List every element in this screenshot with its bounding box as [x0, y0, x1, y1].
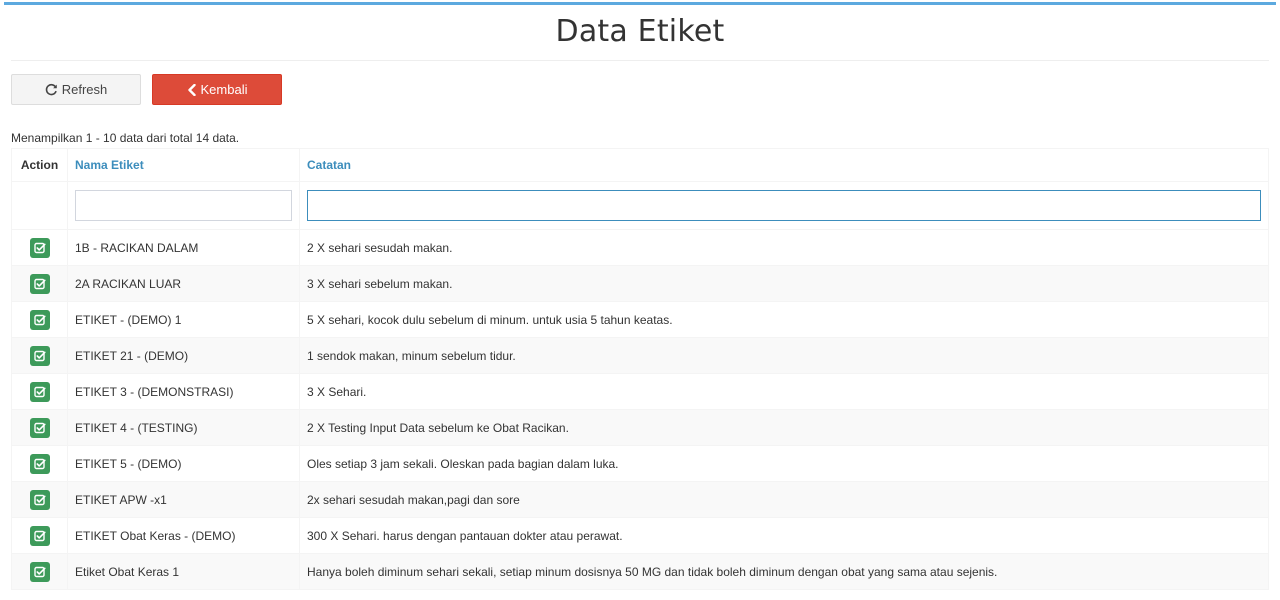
edit-button[interactable]: [29, 345, 50, 366]
etiket-table: Action Nama Etiket Catatan 1B - RACIKAN …: [11, 148, 1269, 590]
edit-check-icon: [33, 566, 46, 577]
edit-check-icon: [33, 242, 46, 253]
cell-nama-etiket: ETIKET Obat Keras - (DEMO): [67, 517, 300, 554]
page-title: Data Etiket: [555, 14, 725, 49]
cell-nama-etiket: ETIKET APW -x1: [67, 481, 300, 518]
column-header-action: Action: [11, 148, 68, 182]
edit-button[interactable]: [29, 309, 50, 330]
cell-catatan: 2 X sehari sesudah makan.: [299, 229, 1269, 266]
edit-button[interactable]: [29, 417, 50, 438]
pagination-summary: Menampilkan 1 - 10 data dari total 14 da…: [11, 131, 240, 145]
table-row: ETIKET 5 - (DEMO) Oles setiap 3 jam sekal…: [11, 445, 1269, 482]
table-row: ETIKET 3 - (DEMONSTRASI) 3 X Sehari.: [11, 373, 1269, 410]
edit-check-icon: [33, 458, 46, 469]
cell-catatan: 2x sehari sesudah makan,pagi dan sore: [299, 481, 1269, 518]
edit-button[interactable]: [29, 381, 50, 402]
action-cell: [11, 337, 68, 374]
table-filter-row: [11, 181, 1269, 230]
action-cell: [11, 553, 68, 590]
filter-nama-etiket-input[interactable]: [75, 190, 292, 221]
top-border: [4, 2, 1276, 5]
table-row: ETIKET - (DEMO) 15 X sehari, kocok dulu …: [11, 301, 1269, 338]
column-header-nama-etiket[interactable]: Nama Etiket: [67, 148, 300, 182]
table-row: ETIKET APW -x1 2x sehari sesudah makan,pa…: [11, 481, 1269, 518]
cell-catatan: 2 X Testing Input Data sebelum ke Obat R…: [299, 409, 1269, 446]
action-cell: [11, 229, 68, 266]
cell-nama-etiket: Etiket Obat Keras 1: [67, 553, 300, 590]
back-button-label: Kembali: [200, 82, 248, 97]
cell-catatan: 300 X Sehari. harus dengan pantauan dokt…: [299, 517, 1269, 554]
table-row: Etiket Obat Keras 1 Hanya boleh diminum s…: [11, 553, 1269, 590]
edit-check-icon: [33, 530, 46, 541]
chevron-left-icon: [187, 83, 197, 96]
cell-nama-etiket: ETIKET 3 - (DEMONSTRASI): [67, 373, 300, 410]
back-button[interactable]: Kembali: [152, 74, 282, 105]
cell-nama-etiket: ETIKET 21 - (DEMO): [67, 337, 300, 374]
table-row: ETIKET Obat Keras - (DEMO) 300 X Sehari. …: [11, 517, 1269, 554]
cell-nama-etiket: 2A RACIKAN LUAR: [67, 265, 300, 302]
edit-check-icon: [33, 350, 46, 361]
table-body: 1B - RACIKAN DALAM 2 X sehari sesudah mak…: [11, 229, 1269, 590]
edit-button[interactable]: [29, 237, 50, 258]
cell-catatan: Hanya boleh diminum sehari sekali, setia…: [299, 553, 1269, 590]
action-cell: [11, 409, 68, 446]
filter-catatan-input[interactable]: [307, 190, 1261, 221]
filter-cell-nama: [67, 181, 300, 230]
edit-button[interactable]: [29, 561, 50, 582]
edit-check-icon: [33, 278, 46, 289]
edit-button[interactable]: [29, 489, 50, 510]
action-cell: [11, 373, 68, 410]
action-cell: [11, 481, 68, 518]
title-divider: [11, 60, 1269, 61]
refresh-button-label: Refresh: [61, 82, 108, 97]
table-row: ETIKET 4 - (TESTING) 2 X Testing Input Da…: [11, 409, 1269, 446]
cell-catatan: Oles setiap 3 jam sekali. Oleskan pada b…: [299, 445, 1269, 482]
edit-button[interactable]: [29, 273, 50, 294]
cell-catatan: 3 X Sehari.: [299, 373, 1269, 410]
action-cell: [11, 265, 68, 302]
cell-catatan: 1 sendok makan, minum sebelum tidur.: [299, 337, 1269, 374]
cell-nama-etiket: ETIKET 5 - (DEMO): [67, 445, 300, 482]
filter-cell-catatan: [299, 181, 1269, 230]
page: Data Etiket Refresh Kembali Menampilkan …: [0, 0, 1280, 600]
edit-button[interactable]: [29, 525, 50, 546]
edit-check-icon: [33, 386, 46, 397]
refresh-icon: [45, 83, 58, 96]
cell-catatan: 3 X sehari sebelum makan.: [299, 265, 1269, 302]
filter-cell-action: [11, 181, 68, 230]
cell-nama-etiket: ETIKET - (DEMO) 1: [67, 301, 300, 338]
edit-button[interactable]: [29, 453, 50, 474]
table-row: ETIKET 21 - (DEMO) 1 sendok makan, minum …: [11, 337, 1269, 374]
table-row: 1B - RACIKAN DALAM 2 X sehari sesudah mak…: [11, 229, 1269, 266]
edit-check-icon: [33, 494, 46, 505]
edit-check-icon: [33, 314, 46, 325]
edit-check-icon: [33, 422, 46, 433]
action-cell: [11, 517, 68, 554]
action-cell: [11, 301, 68, 338]
refresh-button[interactable]: Refresh: [11, 74, 141, 105]
table-row: 2A RACIKAN LUAR 3 X sehari sebelum makan.: [11, 265, 1269, 302]
action-cell: [11, 445, 68, 482]
cell-nama-etiket: 1B - RACIKAN DALAM: [67, 229, 300, 266]
column-header-catatan[interactable]: Catatan: [299, 148, 1269, 182]
table-header-row: Action Nama Etiket Catatan: [11, 148, 1269, 182]
cell-catatan: 5 X sehari, kocok dulu sebelum di minum.…: [299, 301, 1269, 338]
cell-nama-etiket: ETIKET 4 - (TESTING): [67, 409, 300, 446]
